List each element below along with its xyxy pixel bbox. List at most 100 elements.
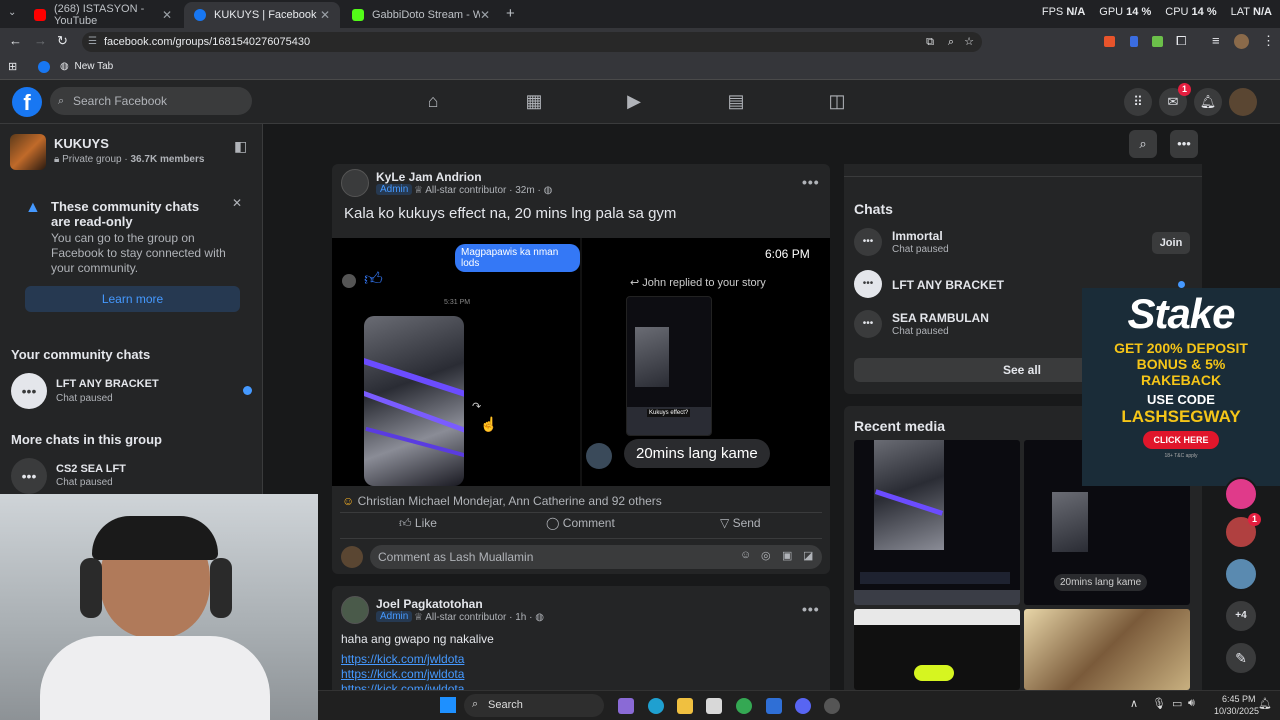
copilot-icon[interactable] xyxy=(618,698,634,714)
author-avatar[interactable] xyxy=(341,169,369,197)
more-contacts-button[interactable]: +4 xyxy=(1224,599,1258,633)
post-options-icon[interactable]: ••• xyxy=(802,601,820,617)
chat-bubble-icon: ••• xyxy=(854,310,882,338)
marketplace-icon[interactable]: ▤ xyxy=(725,90,747,112)
gaming-icon[interactable]: ◫ xyxy=(826,90,848,112)
tab-kick[interactable]: GabbiDoto Stream - Watch Liv ✕ xyxy=(342,2,500,28)
account-avatar[interactable] xyxy=(1229,88,1257,116)
volume-icon[interactable]: 🔊︎ xyxy=(1188,697,1195,710)
microphone-icon[interactable]: 🎙︎ xyxy=(1152,697,1166,710)
back-icon[interactable]: ← xyxy=(9,33,22,48)
taskbar-time[interactable]: 6:45 PM xyxy=(1222,694,1256,704)
group-avatar[interactable] xyxy=(10,134,46,170)
ad-cta-button[interactable]: CLICK HERE xyxy=(1143,431,1219,449)
contact-avatar[interactable] xyxy=(1224,477,1258,511)
menu-grid-icon[interactable]: ⠿ xyxy=(1124,88,1152,116)
tray-chevron-icon[interactable]: ∧ xyxy=(1130,697,1138,710)
obs-icon[interactable] xyxy=(824,698,840,714)
notifications-bell-icon[interactable]: 🔔︎ xyxy=(1194,88,1222,116)
windows-start-icon[interactable] xyxy=(440,697,456,713)
send-button[interactable]: ▽ Send xyxy=(720,516,761,530)
comment-button[interactable]: ◯ Comment xyxy=(546,516,615,530)
new-message-icon[interactable]: ✎ xyxy=(1224,641,1258,675)
ad-code: LASHSEGWAY xyxy=(1121,407,1241,426)
image-right-panel: 6:06 PM ↩ John replied to your story Kuk… xyxy=(582,238,830,486)
site-info-icon[interactable]: ☰ xyxy=(88,32,97,52)
extensions-puzzle-icon[interactable]: ⧠ xyxy=(1176,33,1186,49)
new-tab-bookmark[interactable]: ◍ New Tab xyxy=(60,61,113,72)
mail-icon[interactable] xyxy=(766,698,782,714)
join-chat-button[interactable]: Join xyxy=(1152,232,1190,254)
post-author[interactable]: Joel Pagkatotohan xyxy=(376,597,483,611)
comment-input[interactable]: Comment as Lash Muallamin ☺ ◎ ▣ ◪ xyxy=(370,545,822,569)
search-facebook-input[interactable]: ⌕ Search Facebook xyxy=(50,87,252,115)
post-image[interactable]: Magpapawis ka nman lods 👍︎ 5:31 PM ↷ 6:0… xyxy=(332,238,830,486)
gif-icon[interactable]: ▣ xyxy=(782,549,792,562)
author-avatar[interactable] xyxy=(341,596,369,624)
sticker-icon[interactable]: ◪ xyxy=(803,549,813,562)
kick-link[interactable]: https://kick.com/jwldota xyxy=(341,682,464,690)
taskbar-date[interactable]: 10/30/2025 xyxy=(1214,706,1259,716)
feeds-icon[interactable]: ▦ xyxy=(523,90,545,112)
browser-menu-icon[interactable]: ⋮ xyxy=(1262,33,1275,49)
store-icon[interactable] xyxy=(706,698,722,714)
close-tab-icon[interactable]: ✕ xyxy=(480,8,490,22)
chat-item-cs2-sea-lft[interactable]: ••• CS2 SEA LFT Chat paused xyxy=(0,458,262,494)
chat-status: Chat paused xyxy=(892,244,949,255)
chat-item-sea-rambulan[interactable]: ••• SEA RAMBULAN Chat paused xyxy=(854,310,1074,340)
zoom-icon[interactable]: ⌕ xyxy=(948,32,954,52)
tab-youtube[interactable]: (268) ISTASYON - YouTube ✕ xyxy=(24,2,182,28)
chat-item-immortal[interactable]: ••• Immortal Chat paused xyxy=(854,228,1134,258)
edge-icon[interactable] xyxy=(648,698,664,714)
contact-avatar[interactable] xyxy=(1224,557,1258,591)
media-control-icon[interactable]: ≡ xyxy=(1212,33,1220,48)
chat-item-lft-any-bracket[interactable]: ••• LFT ANY BRACKET Chat paused xyxy=(0,370,262,410)
tab-facebook[interactable]: KUKUYS | Facebook ✕ xyxy=(184,2,340,28)
post-options-icon[interactable]: ••• xyxy=(802,174,820,190)
video-icon[interactable]: ▶ xyxy=(623,90,645,112)
facebook-bookmark-icon[interactable] xyxy=(38,61,50,73)
group-search-icon[interactable]: ⌕ xyxy=(1129,130,1157,158)
stake-ad-overlay[interactable]: Stake GET 200% DEPOSIT BONUS & 5% RAKEBA… xyxy=(1082,288,1280,486)
media-thumbnail[interactable] xyxy=(1024,609,1190,690)
close-notice-icon[interactable]: ✕ xyxy=(232,196,242,210)
emoji-icon[interactable]: ☺ xyxy=(740,549,751,561)
extension-icon[interactable] xyxy=(1152,36,1163,47)
extension-icon[interactable] xyxy=(1130,36,1138,47)
media-thumbnail[interactable] xyxy=(854,440,1020,605)
bookmark-star-icon[interactable]: ☆ xyxy=(964,32,974,52)
facebook-logo[interactable]: f xyxy=(12,87,42,117)
apps-grid-icon[interactable]: ⊞ xyxy=(8,60,17,73)
new-tab-button[interactable]: + xyxy=(506,5,515,22)
camera-icon[interactable]: ◎ xyxy=(761,549,771,562)
chrome-icon[interactable] xyxy=(736,698,752,714)
discord-icon[interactable] xyxy=(795,698,811,714)
close-tab-icon[interactable]: ✕ xyxy=(320,8,330,22)
network-icon[interactable]: ▭ xyxy=(1172,697,1182,710)
group-more-icon[interactable]: ••• xyxy=(1170,130,1198,158)
reactions-summary[interactable]: ☺ Christian Michael Mondejar, Ann Cather… xyxy=(342,494,662,508)
like-button[interactable]: 👍︎ Like xyxy=(399,516,437,531)
post-time[interactable]: 32m xyxy=(515,185,534,196)
post-time[interactable]: 1h xyxy=(515,612,526,623)
extension-icon[interactable] xyxy=(1104,36,1115,47)
tab-list-chevron-icon[interactable]: ⌄ xyxy=(8,7,16,18)
kick-link[interactable]: https://kick.com/jwldota xyxy=(341,667,464,681)
group-name[interactable]: KUKUYS xyxy=(54,136,109,151)
home-icon[interactable]: ⌂ xyxy=(422,90,444,112)
notification-center-icon[interactable]: 🔔︎ xyxy=(1258,697,1272,710)
learn-more-button[interactable]: Learn more xyxy=(25,286,240,312)
file-explorer-icon[interactable] xyxy=(677,698,693,714)
post-author[interactable]: KyLe Jam Andrion xyxy=(376,170,482,184)
collapse-sidebar-icon[interactable]: ◧ xyxy=(234,138,247,155)
taskbar-search[interactable]: ⌕ Search xyxy=(464,694,604,717)
install-app-icon[interactable]: ⧉ xyxy=(926,32,934,52)
profile-avatar[interactable] xyxy=(1234,34,1249,49)
forward-icon[interactable]: → xyxy=(34,33,47,48)
reload-icon[interactable]: ↻ xyxy=(57,33,68,49)
address-bar[interactable]: ☰ facebook.com/groups/1681540276075430 ☆… xyxy=(82,32,982,52)
contributor-badge: ♕ All-star contributor · 32m · ◍ xyxy=(414,185,553,196)
close-tab-icon[interactable]: ✕ xyxy=(162,8,172,22)
kick-link[interactable]: https://kick.com/jwldota xyxy=(341,652,464,666)
media-thumbnail[interactable] xyxy=(854,609,1020,690)
